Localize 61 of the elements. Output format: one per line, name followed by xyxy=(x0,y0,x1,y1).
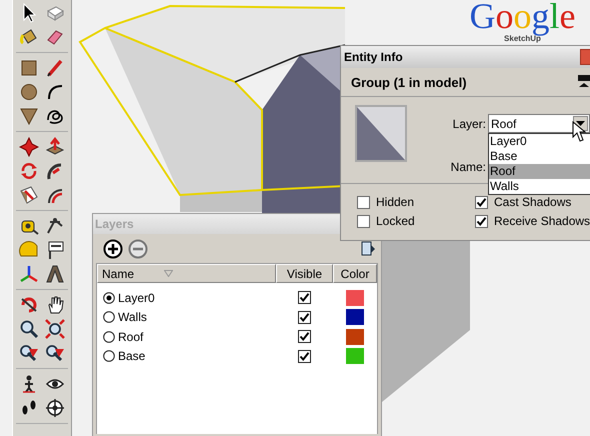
field-label: Name: xyxy=(450,160,487,174)
radio-button[interactable] xyxy=(103,311,115,324)
visible-checkbox[interactable] xyxy=(298,291,311,304)
section-plane-icon[interactable] xyxy=(45,398,65,418)
sort-arrow-icon xyxy=(164,270,174,277)
move-arrows-icon[interactable] xyxy=(19,137,39,157)
dropdown-option[interactable]: Walls xyxy=(489,179,590,194)
square-icon[interactable] xyxy=(19,58,39,78)
checkbox-label: Receive Shadows xyxy=(494,214,590,228)
add-layer-icon[interactable] xyxy=(103,239,123,259)
dropdown-arrow-icon[interactable] xyxy=(576,120,585,127)
checkbox[interactable] xyxy=(475,214,488,228)
material-preview xyxy=(355,105,407,162)
layer-name: Walls xyxy=(118,310,147,324)
dropdown-option[interactable]: Base xyxy=(489,149,590,164)
visible-checkbox[interactable] xyxy=(298,330,311,344)
entity-heading: Group (1 in model) xyxy=(351,74,467,90)
window-title: Entity Info xyxy=(344,50,403,64)
details-icon[interactable] xyxy=(361,241,375,257)
pencil-icon[interactable] xyxy=(45,58,65,78)
checkbox-label: Hidden xyxy=(376,195,414,209)
zoom-extents-icon[interactable] xyxy=(45,319,65,339)
paint-bucket-icon[interactable] xyxy=(19,27,39,47)
dimension-icon[interactable] xyxy=(45,216,65,236)
color-swatch[interactable] xyxy=(346,348,364,364)
magnifier-arrow-icon[interactable] xyxy=(19,343,39,363)
field-label: Layer: xyxy=(452,116,487,131)
dropdown-value: Roof xyxy=(491,116,518,131)
magnifier-arrow-icon[interactable] xyxy=(45,343,65,363)
radio-button[interactable] xyxy=(103,330,115,343)
column-header[interactable]: Name xyxy=(97,264,276,283)
column-header[interactable]: Visible xyxy=(276,264,333,283)
dropdown-option[interactable]: Layer0 xyxy=(489,134,590,150)
layer-name: Roof xyxy=(118,330,144,344)
layer-name: Base xyxy=(118,349,146,364)
visible-checkbox[interactable] xyxy=(298,350,311,363)
checkbox-label: Cast Shadows xyxy=(494,195,572,209)
remove-layer-icon[interactable] xyxy=(128,239,148,259)
circle-icon[interactable] xyxy=(19,82,39,102)
window-title: Layers xyxy=(95,217,134,231)
layer-name: Layer0 xyxy=(118,290,155,305)
visible-checkbox[interactable] xyxy=(298,310,311,324)
magnifier-icon[interactable] xyxy=(19,319,39,339)
triangle-icon[interactable] xyxy=(19,106,39,126)
rotate-icon[interactable] xyxy=(19,161,39,181)
details-toggle-icon[interactable] xyxy=(578,74,590,90)
checkbox[interactable] xyxy=(475,196,488,208)
color-swatch[interactable] xyxy=(346,328,364,345)
color-swatch[interactable] xyxy=(346,309,364,326)
dropdown-option[interactable]: Roof xyxy=(489,164,590,180)
axes-icon[interactable] xyxy=(19,264,39,284)
checkbox[interactable] xyxy=(357,214,370,228)
extruded-shape-icon[interactable] xyxy=(45,264,65,284)
checkbox-label: Locked xyxy=(376,214,415,228)
radio-button[interactable] xyxy=(103,350,115,362)
column-header[interactable]: Color xyxy=(333,264,377,283)
arc-icon[interactable] xyxy=(45,82,65,102)
checkbox[interactable] xyxy=(357,196,370,208)
color-swatch[interactable] xyxy=(346,290,364,306)
radio-button[interactable] xyxy=(103,292,115,304)
push-pull-icon[interactable] xyxy=(45,137,65,157)
